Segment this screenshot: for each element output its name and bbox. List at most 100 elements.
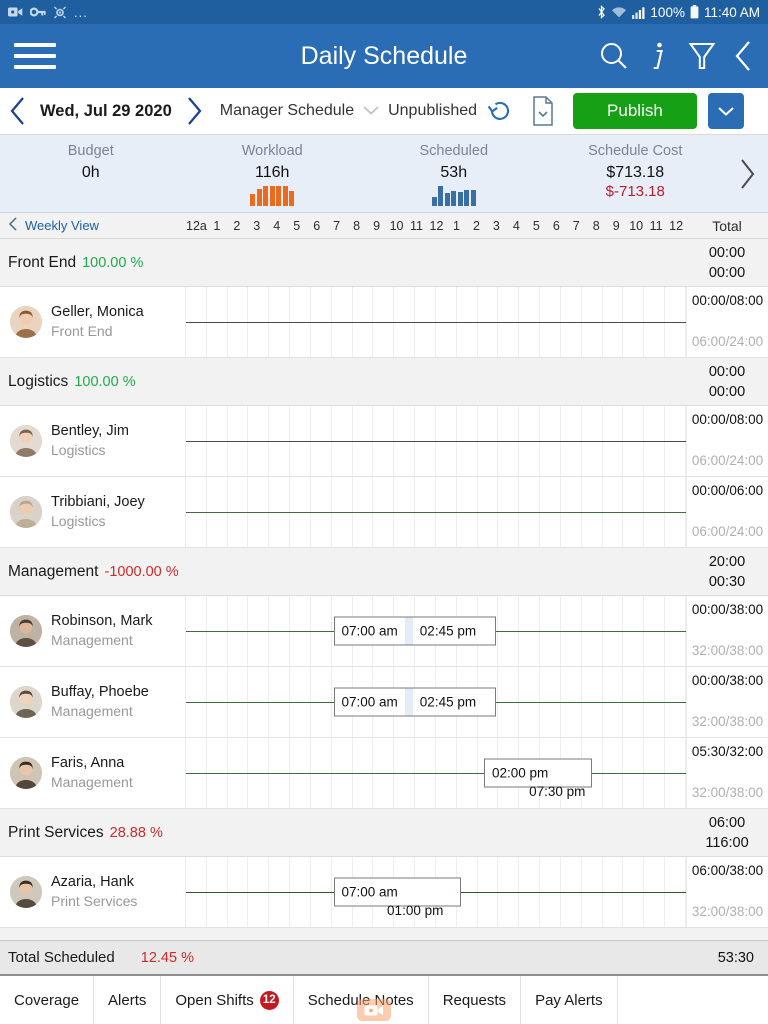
clock-label: 11:40 AM — [703, 4, 760, 20]
group-total-top: 00:00 — [708, 244, 746, 261]
footer-tab-open-shifts[interactable]: Open Shifts 12 — [161, 976, 294, 1024]
filter-icon[interactable] — [688, 40, 716, 72]
sparkline-bar — [276, 186, 282, 206]
app-bar-actions — [598, 39, 754, 73]
footer-tab-label: Alerts — [108, 991, 147, 1009]
next-day-chevron-icon[interactable] — [184, 95, 204, 127]
weekly-view-chevron-icon[interactable] — [8, 216, 19, 235]
employee-info[interactable]: Azaria, Hank Print Services — [0, 857, 186, 927]
document-dropdown-icon[interactable] — [531, 95, 555, 127]
employee-row[interactable]: Geller, Monica Front End 00:00/08:00 06:00/… — [0, 287, 768, 358]
group-totals: 00:00 00:00 — [686, 239, 768, 286]
employee-timeline-track[interactable]: 07:00 am 02:45 pm — [186, 596, 686, 666]
footer-tab-label: Schedule Notes — [307, 991, 414, 1009]
employee-info[interactable]: Geller, Monica Front End — [0, 287, 186, 357]
stat-label: Budget — [67, 143, 114, 159]
employee-row[interactable]: Robinson, Mark Management 07:00 am 02:45 pm… — [0, 596, 768, 667]
employee-timeline-track[interactable] — [186, 287, 686, 357]
ruler-hour-label: 10 — [629, 218, 644, 233]
group-total-bottom: 116:00 — [705, 834, 749, 851]
search-icon[interactable] — [598, 40, 630, 72]
avatar — [10, 425, 42, 457]
shift-start-label: 07:00 am — [341, 694, 398, 710]
total-scheduled-bar: Total Scheduled 12.45 % 53:30 — [0, 940, 768, 976]
ruler-hour-label: 11 — [649, 218, 663, 233]
current-date-label[interactable]: Wed, Jul 29 2020 — [34, 102, 178, 121]
group-header-row[interactable]: Management -1000.00 % 20:00 00:30 — [0, 548, 768, 596]
schedule-rows-container[interactable]: Front End 100.00 % 00:00 00:00 Geller, Monic… — [0, 239, 768, 940]
shift-block[interactable]: 07:00 am — [333, 877, 461, 907]
battery-percent-label: 100% — [650, 4, 685, 20]
stats-next-chevron-icon[interactable] — [726, 135, 768, 212]
employee-totals: 05:30/32:00 32:00/38:00 — [686, 738, 768, 808]
sparkline-bar — [470, 190, 476, 206]
footer-tab-pay-alerts[interactable]: Pay Alerts — [521, 976, 618, 1024]
avatar — [10, 615, 42, 647]
employee-total-scheduled: 06:00/38:00 — [691, 863, 764, 878]
ruler-hour-label: 11 — [410, 218, 424, 233]
shift-block[interactable]: 07:00 am 02:45 pm — [333, 687, 496, 717]
group-title: Management -1000.00 % — [0, 563, 179, 581]
weekly-view-link[interactable]: Weekly View — [25, 218, 99, 233]
stat-value: $713.18 — [606, 164, 665, 181]
hamburger-icon[interactable] — [14, 43, 56, 69]
ruler-hour-label: 3 — [253, 218, 261, 233]
publish-dropdown-button[interactable] — [707, 93, 744, 129]
group-title: Front End 100.00 % — [0, 254, 143, 272]
employee-timeline-track[interactable]: 07:00 am 02:45 pm — [186, 667, 686, 737]
group-header-row[interactable]: Front End 100.00 % 00:00 00:00 — [0, 239, 768, 287]
employee-row[interactable]: Azaria, Hank Print Services 07:00 am 01:00 … — [0, 857, 768, 928]
footer-tab-coverage[interactable]: Coverage — [0, 976, 95, 1024]
vpn-key-icon — [30, 6, 46, 18]
group-percent-label: 28.88 % — [109, 824, 163, 841]
footer-tab-requests[interactable]: Requests — [429, 976, 522, 1024]
group-header-row[interactable]: Sales Floor100.00 %27:00 — [0, 928, 768, 940]
employee-info[interactable]: Robinson, Mark Management — [0, 596, 186, 666]
sparkline-bar — [263, 186, 269, 206]
sparkline-bar — [269, 186, 275, 206]
group-header-row[interactable]: Print Services 28.88 % 06:00 116:00 — [0, 809, 768, 857]
shift-start-label: 07:00 am — [341, 884, 398, 900]
schedule-name-label[interactable]: Manager Schedule — [210, 102, 354, 120]
shift-block[interactable]: 07:00 am 02:45 pm — [333, 616, 496, 646]
refresh-icon[interactable] — [485, 96, 515, 126]
employee-info[interactable]: Buffay, Phoebe Management — [0, 667, 186, 737]
back-chevron-icon[interactable] — [734, 39, 754, 73]
publish-status-label: Unpublished — [388, 102, 478, 119]
daily-schedule-screen: ... 100% 11:40 AM Daily Schedule Wed, Ju… — [0, 0, 768, 1024]
footer-tab-label: Requests — [442, 991, 507, 1009]
group-total-top: 20:00 — [708, 553, 746, 570]
employee-row[interactable]: Tribbiani, Joey Logistics 00:00/06:00 06:00… — [0, 477, 768, 548]
employee-timeline-track[interactable]: 02:00 pm 07:30 pm — [186, 738, 686, 808]
schedule-chevron-down-icon[interactable] — [360, 103, 382, 120]
footer-tab-alerts[interactable]: Alerts — [94, 976, 162, 1024]
footer-tab-label: Pay Alerts — [535, 991, 603, 1009]
group-percent-label: 100.00 % — [74, 373, 136, 390]
employee-total-available: 06:00/24:00 — [691, 524, 764, 539]
employee-info[interactable]: Faris, Anna Management — [0, 738, 186, 808]
prev-day-chevron-icon[interactable] — [8, 95, 28, 127]
publish-button[interactable]: Publish — [573, 93, 697, 129]
group-header-row[interactable]: Logistics 100.00 % 00:00 00:00 — [0, 358, 768, 406]
employee-row[interactable]: Bentley, Jim Logistics 00:00/08:00 06:00/24… — [0, 406, 768, 477]
shift-block[interactable]: 02:00 pm — [484, 758, 592, 788]
stat-label: Workload — [241, 143, 303, 159]
employee-row[interactable]: Buffay, Phoebe Management 07:00 am 02:45 pm… — [0, 667, 768, 738]
employee-info[interactable]: Tribbiani, Joey Logistics — [0, 477, 186, 547]
stat-scheduled: Scheduled 53h — [363, 135, 545, 212]
employee-timeline-track[interactable]: 07:00 am 01:00 pm — [186, 857, 686, 927]
employee-info[interactable]: Bentley, Jim Logistics — [0, 406, 186, 476]
ruler-hour-label: 2 — [472, 218, 480, 233]
footer-tab-schedule-notes[interactable]: Schedule Notes — [294, 976, 429, 1024]
shift-break-marker — [404, 688, 413, 716]
avatar — [10, 306, 42, 338]
workload-sparkline — [250, 184, 295, 206]
ruler-total-label: Total — [712, 217, 742, 234]
employee-row[interactable]: Faris, Anna Management 02:00 pm 07:30 pm 05:… — [0, 738, 768, 809]
employee-timeline-track[interactable] — [186, 406, 686, 476]
sparkline-bar — [438, 186, 444, 206]
employee-timeline-track[interactable] — [186, 477, 686, 547]
ruler-hour-label: 1 — [452, 218, 460, 233]
info-icon[interactable] — [648, 39, 670, 73]
sparkline-bar — [256, 189, 262, 206]
